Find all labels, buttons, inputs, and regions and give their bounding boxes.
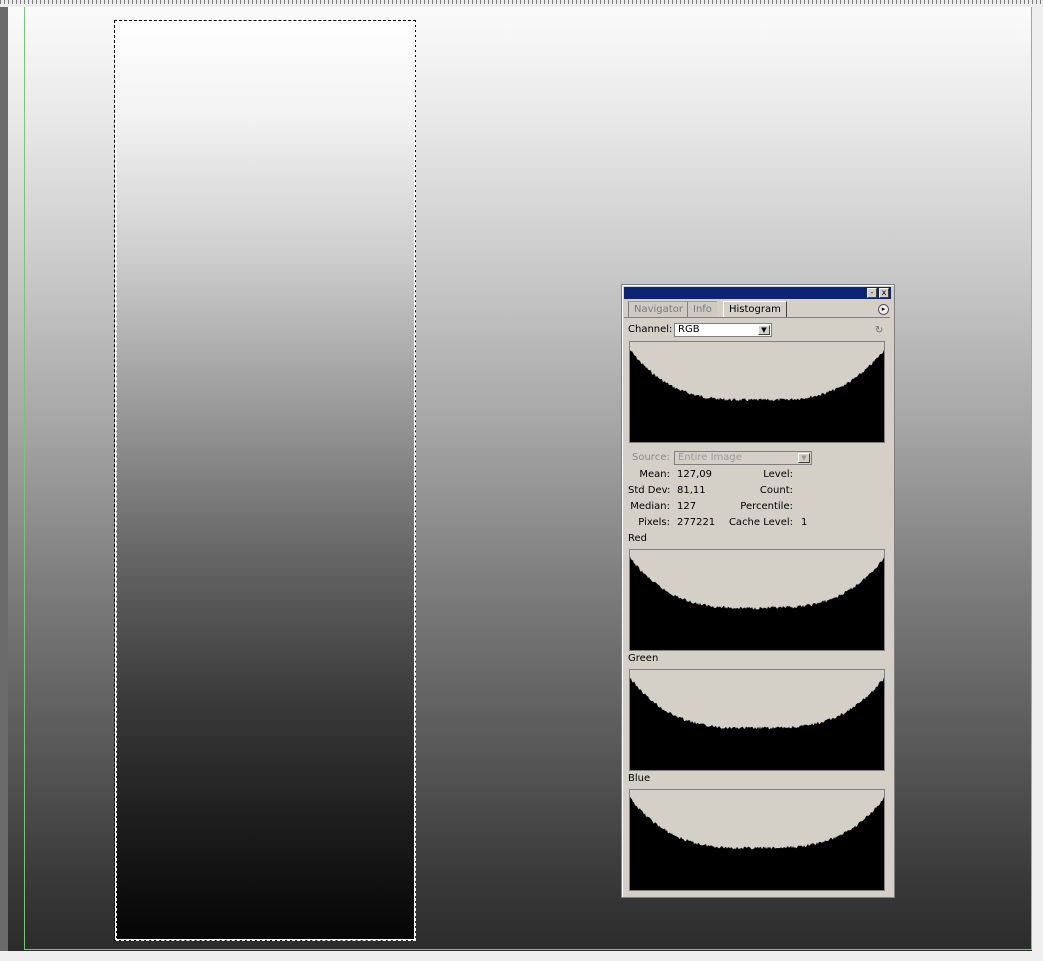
source-select: Entire Image ▼ — [674, 451, 812, 465]
green-channel-label: Green — [628, 653, 659, 664]
tab-histogram[interactable]: Histogram — [723, 301, 787, 317]
marquee-selection[interactable] — [114, 20, 416, 941]
histogram-palette[interactable]: - x Navigator Info Histogram ▸ Channel: … — [621, 284, 895, 898]
histogram-composite — [629, 341, 885, 443]
histogram-blue — [629, 789, 885, 891]
cache-level-label: Cache Level: — [728, 517, 793, 528]
close-button[interactable]: x — [879, 288, 889, 298]
source-label: Source: — [632, 452, 670, 463]
mean-value: 127,09 — [677, 469, 712, 480]
channel-value: RGB — [678, 324, 700, 335]
right-edge — [1032, 7, 1043, 951]
red-channel-label: Red — [628, 533, 647, 544]
histogram-background — [630, 550, 884, 610]
histogram-background — [630, 790, 884, 850]
histogram-background — [630, 670, 884, 730]
count-label: Count: — [759, 485, 793, 496]
refresh-icon[interactable]: ↻ — [875, 325, 886, 336]
histogram-svg — [630, 550, 884, 610]
median-value: 127 — [677, 501, 697, 512]
histogram-svg — [630, 790, 884, 850]
cache-level-value: 1 — [801, 517, 808, 528]
blue-channel-label: Blue — [628, 773, 651, 784]
channel-label: Channel: — [628, 324, 673, 335]
tab-navigator[interactable]: Navigator — [628, 301, 688, 317]
histogram-svg — [630, 670, 884, 730]
tab-info[interactable]: Info — [687, 301, 717, 317]
level-label: Level: — [763, 469, 793, 480]
left-edge — [0, 7, 8, 961]
tab-divider — [624, 317, 890, 318]
stddev-label: Std Dev: — [628, 485, 671, 496]
median-label: Median: — [630, 501, 670, 512]
pixels-value: 277221 — [677, 517, 716, 528]
channel-select[interactable]: RGB ▼ — [674, 323, 772, 337]
minimize-button[interactable]: - — [867, 288, 877, 298]
histogram-red — [629, 549, 885, 651]
bottom-edge — [0, 951, 1043, 961]
histogram-background — [630, 342, 884, 402]
stddev-value: 81,11 — [677, 485, 706, 496]
palette-menu-icon[interactable]: ▸ — [878, 304, 889, 315]
palette-titlebar[interactable]: - x — [624, 287, 891, 299]
percentile-label: Percentile: — [740, 501, 793, 512]
mean-label: Mean: — [639, 469, 670, 480]
pixels-label: Pixels: — [638, 517, 670, 528]
chevron-down-icon[interactable]: ▼ — [758, 325, 770, 335]
histogram-svg — [630, 342, 884, 402]
chevron-down-icon: ▼ — [798, 453, 810, 463]
histogram-green — [629, 669, 885, 771]
source-value: Entire Image — [678, 452, 742, 463]
